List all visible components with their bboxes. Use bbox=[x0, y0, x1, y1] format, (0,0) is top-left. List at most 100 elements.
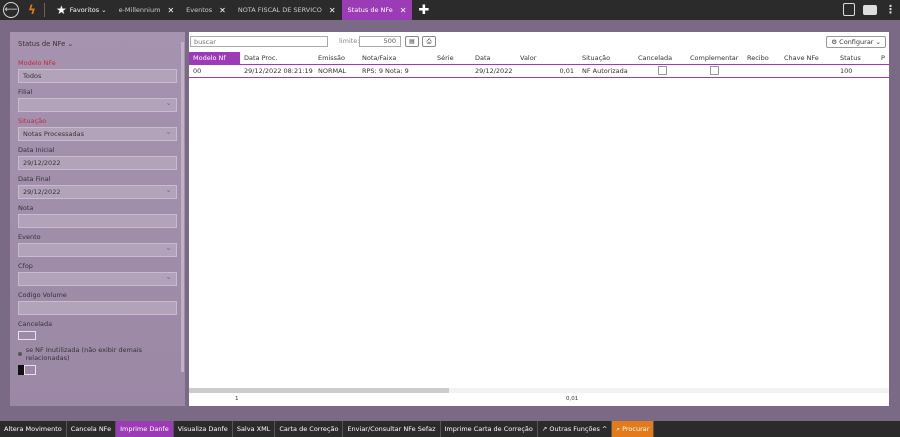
more-menu-icon[interactable]: ⋮ bbox=[885, 4, 896, 15]
table-row[interactable]: 00 29/12/2022 08:21:19 NORMAL RPS: 9 Not… bbox=[189, 65, 889, 78]
footer-total: 0,01 bbox=[566, 396, 579, 402]
close-icon[interactable]: ✕ bbox=[329, 6, 336, 15]
cell-modelo: 00 bbox=[193, 67, 202, 75]
cell-data: 29/12/2022 bbox=[475, 67, 513, 75]
cell-data-proc: 29/12/2022 08:21:19 bbox=[244, 67, 313, 75]
cell-complementar bbox=[686, 65, 743, 77]
sub-bar bbox=[0, 20, 900, 32]
visualiza-danfe-button[interactable]: Visualiza Danfe bbox=[174, 421, 233, 437]
star-icon: ★ bbox=[56, 3, 67, 17]
toggle-off bbox=[24, 365, 36, 375]
close-icon[interactable]: ✕ bbox=[219, 6, 226, 15]
top-right-tools: ⋮ bbox=[843, 3, 896, 16]
cancela-nfe-button[interactable]: Cancela NFe bbox=[67, 421, 117, 437]
col-chave[interactable]: Chave NFe bbox=[780, 52, 836, 64]
imprime-carta-button[interactable]: Imprime Carta de Correção bbox=[441, 421, 538, 437]
export-icon[interactable]: ▤ bbox=[405, 36, 419, 47]
col-data[interactable]: Data bbox=[471, 52, 516, 64]
cell-nota-faixa: RPS: 9 Nota: 9 bbox=[362, 67, 409, 75]
print-icon[interactable]: ⎙ bbox=[422, 36, 436, 47]
data-inicial-field[interactable]: 29/12/2022 bbox=[18, 156, 177, 170]
horizontal-scrollbar[interactable] bbox=[189, 388, 889, 393]
cancelada-checkbox[interactable] bbox=[658, 66, 667, 75]
cfop-select[interactable] bbox=[18, 271, 177, 286]
search-input[interactable] bbox=[190, 36, 328, 47]
cell-recibo bbox=[743, 65, 780, 77]
procurar-button[interactable]: ⌕ Procurar bbox=[612, 421, 655, 437]
col-valor[interactable]: Valor bbox=[516, 52, 578, 64]
top-tab-bar: ⟵ ϟ ★ Favoritos ⌄ e-Millennium ✕ Eventos… bbox=[0, 0, 900, 20]
configurar-button[interactable]: ⚙ Configurar ⌄ bbox=[826, 36, 886, 48]
filter-panel-header[interactable]: Status de NFe ⌄ bbox=[10, 32, 185, 54]
cancelada-toggle[interactable] bbox=[18, 331, 36, 340]
favorites-tab[interactable]: ★ Favoritos ⌄ bbox=[50, 0, 113, 20]
tab-label: Eventos bbox=[186, 6, 213, 14]
filter-scrollbar[interactable] bbox=[181, 42, 184, 372]
scrollbar-thumb[interactable] bbox=[189, 388, 449, 393]
back-icon[interactable]: ⟵ bbox=[3, 2, 19, 18]
situacao-select[interactable]: Notas Processadas bbox=[18, 126, 177, 141]
salva-xml-button[interactable]: Salva XML bbox=[233, 421, 276, 437]
codigo-volume-field[interactable] bbox=[18, 301, 177, 315]
table-header: Modelo Nf Data Proc. Emissão Nota/Faixa … bbox=[189, 52, 889, 65]
situacao-label: Situação bbox=[18, 117, 47, 125]
results-panel: limite: 500 ▤ ⎙ ⚙ Configurar ⌄ Modelo Nf… bbox=[189, 32, 889, 406]
outras-funcoes-button[interactable]: ↗ Outras Funções ^ bbox=[538, 421, 613, 437]
inutilizada-toggle[interactable] bbox=[18, 365, 177, 375]
chat-icon[interactable] bbox=[863, 4, 877, 15]
inutilizada-row: se NF Inutilizada (não exibir demais rel… bbox=[10, 346, 185, 362]
col-complementar[interactable]: Complementar bbox=[686, 52, 743, 64]
nota-field[interactable] bbox=[18, 214, 177, 228]
imprime-danfe-button[interactable]: Imprime Danfe bbox=[116, 421, 174, 437]
cell-serie bbox=[433, 65, 471, 77]
data-inicial-label: Data Inicial bbox=[18, 146, 55, 154]
col-situacao[interactable]: Situação bbox=[578, 52, 634, 64]
enviar-consultar-button[interactable]: Enviar/Consultar NFe Sefaz bbox=[343, 421, 441, 437]
add-tab-icon[interactable]: ✚ bbox=[418, 3, 429, 18]
footer-count: 1 bbox=[235, 396, 239, 402]
tab-eventos[interactable]: Eventos ✕ bbox=[180, 0, 232, 20]
tab-nota-fiscal-servico[interactable]: NOTA FISCAL DE SERVICO ✕ bbox=[232, 0, 342, 20]
col-status[interactable]: Status bbox=[836, 52, 877, 64]
chevron-down-icon: ⌄ bbox=[101, 6, 107, 14]
data-final-label: Data Final bbox=[18, 175, 51, 183]
clipboard-icon[interactable] bbox=[843, 3, 855, 16]
tab-status-nfe[interactable]: Status de NFe ✕ bbox=[341, 0, 413, 20]
col-serie[interactable]: Série bbox=[433, 52, 471, 64]
evento-select[interactable] bbox=[18, 242, 177, 257]
filial-label: Filial bbox=[18, 88, 33, 96]
filter-title: Status de NFe bbox=[18, 40, 66, 48]
tab-e-millennium[interactable]: e-Millennium ✕ bbox=[113, 0, 181, 20]
cell-valor: 0,01 bbox=[559, 67, 574, 75]
complementar-checkbox[interactable] bbox=[710, 66, 719, 75]
data-final-field[interactable]: 29/12/2022 bbox=[18, 184, 177, 199]
modelo-field[interactable]: Todos bbox=[18, 69, 177, 83]
col-extra[interactable]: P bbox=[877, 52, 889, 64]
codigo-volume-label: Codigo Volume bbox=[18, 291, 67, 299]
altera-movimento-button[interactable]: Altera Movimento bbox=[0, 421, 67, 437]
col-data-proc[interactable]: Data Proc. bbox=[240, 52, 314, 64]
outras-funcoes-label: Outras Funções ^ bbox=[549, 425, 608, 433]
col-emissao[interactable]: Emissão bbox=[314, 52, 358, 64]
close-icon[interactable]: ✕ bbox=[167, 6, 174, 15]
carta-correcao-button[interactable]: Carta de Correção bbox=[275, 421, 344, 437]
info-icon bbox=[18, 352, 22, 356]
cfop-label: Cfop bbox=[18, 262, 33, 270]
chevron-down-icon: ⌄ bbox=[67, 40, 74, 48]
col-nota-faixa[interactable]: Nota/Faixa bbox=[358, 52, 433, 64]
tab-label: NOTA FISCAL DE SERVICO bbox=[237, 6, 322, 14]
table-footer: 1 0,01 bbox=[189, 394, 889, 405]
col-modelo[interactable]: Modelo Nf bbox=[189, 52, 240, 64]
col-recibo[interactable]: Recibo bbox=[743, 52, 780, 64]
close-icon[interactable]: ✕ bbox=[400, 6, 407, 15]
action-bar: Altera Movimento Cancela NFe Imprime Dan… bbox=[0, 421, 900, 437]
col-cancelada[interactable]: Cancelada bbox=[634, 52, 686, 64]
tab-label: e-Millennium bbox=[118, 6, 161, 14]
filial-select[interactable] bbox=[18, 97, 177, 112]
cell-extra bbox=[877, 65, 889, 77]
tab-label: Status de NFe bbox=[347, 6, 393, 14]
inutilizada-label: se NF Inutilizada (não exibir demais rel… bbox=[25, 346, 143, 362]
cell-emissao: NORMAL bbox=[318, 67, 347, 75]
app-logo-icon: ϟ bbox=[28, 3, 36, 17]
limite-input[interactable]: 500 bbox=[359, 36, 401, 47]
